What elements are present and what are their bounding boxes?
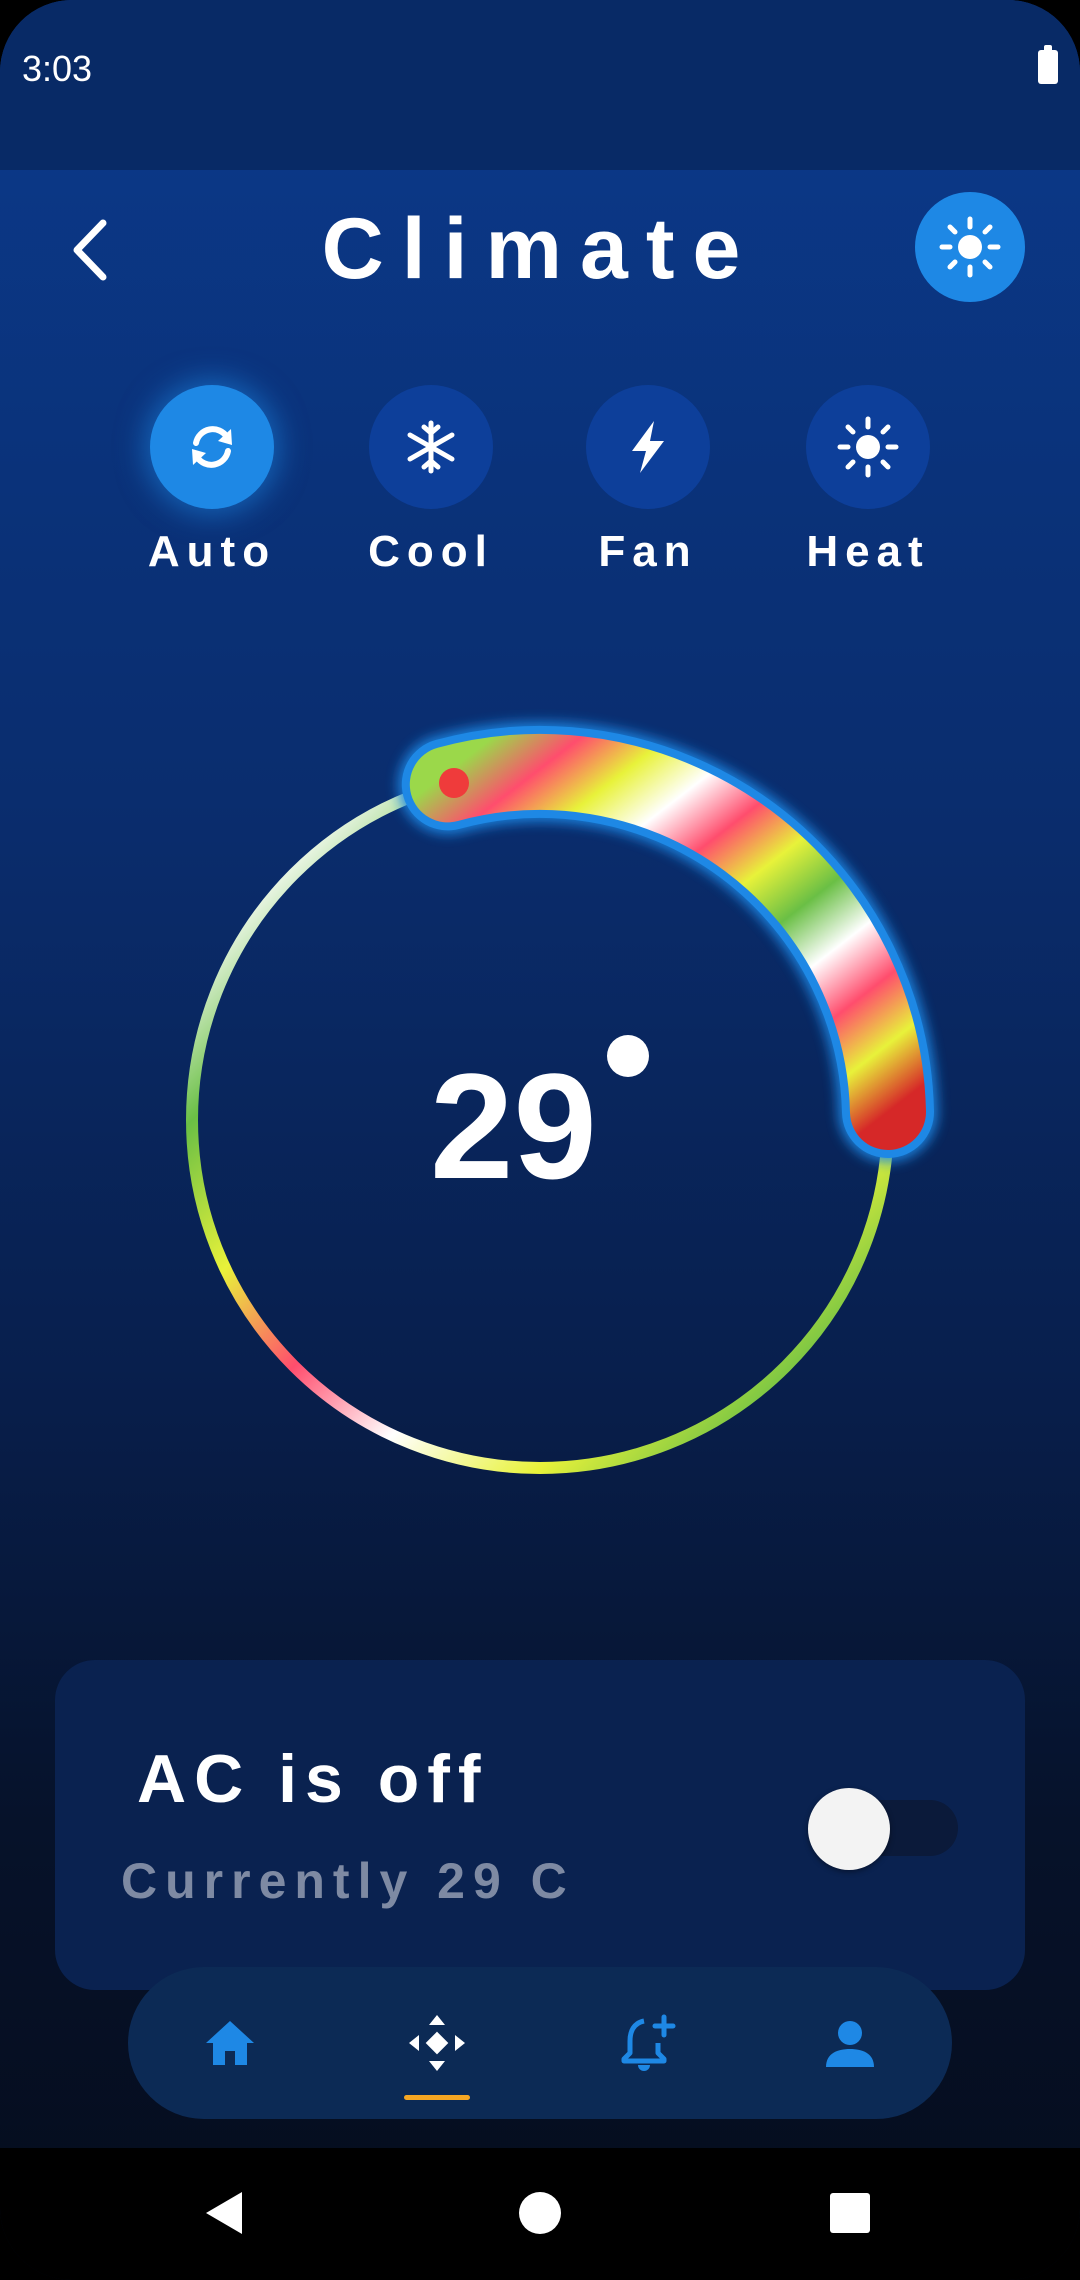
nav-home[interactable] (180, 1993, 280, 2093)
bell-plus-icon (621, 2014, 676, 2071)
system-home-button[interactable] (518, 2188, 562, 2243)
circle-home-icon (519, 2192, 561, 2234)
system-back-button[interactable] (200, 2188, 250, 2243)
degree-icon (607, 1035, 649, 1077)
system-recents-button[interactable] (828, 2188, 872, 2243)
temperature-value: 29 (430, 1042, 597, 1210)
bottom-navigation (128, 1967, 952, 2119)
nav-selected-indicator (404, 2095, 470, 2100)
system-navigation-bar (0, 2148, 1080, 2280)
ac-current-temp: Currently 29 C (121, 1853, 575, 1909)
person-icon (826, 2021, 874, 2067)
ac-status-title: AC is off (137, 1741, 489, 1817)
triangle-back-icon (206, 2192, 242, 2234)
dial-knob[interactable] (439, 768, 469, 798)
toggle-thumb[interactable] (808, 1788, 890, 1870)
square-recents-icon (830, 2193, 870, 2233)
nav-controls[interactable] (387, 1993, 487, 2093)
gamepad-icon (409, 2015, 465, 2071)
home-icon (206, 2021, 254, 2065)
nav-profile[interactable] (800, 1993, 900, 2093)
ac-power-toggle[interactable] (808, 1788, 958, 1870)
phone-screen: 3:03 Climate Auto Cool Fan Heat 29 AC is… (0, 0, 1080, 2280)
ac-status-card: AC is off Currently 29 C (55, 1660, 1025, 1990)
nav-add-alarm[interactable] (598, 1993, 698, 2093)
